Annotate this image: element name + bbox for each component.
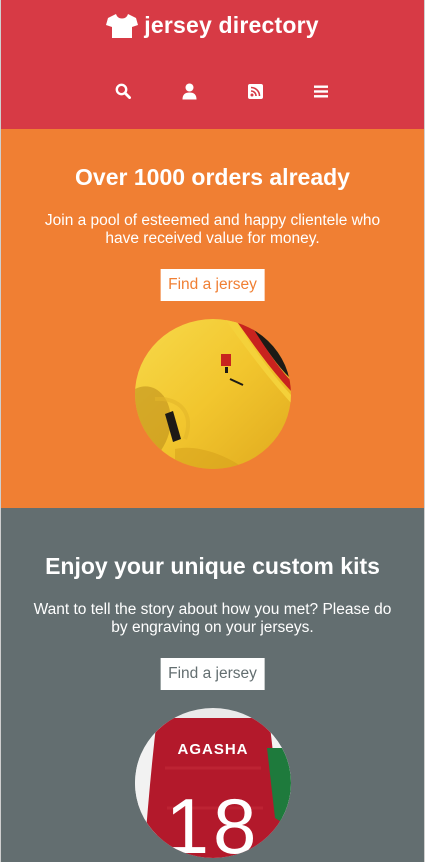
search-icon[interactable] (112, 80, 134, 102)
rss-icon[interactable] (244, 80, 266, 102)
site-header: jersey directory (1, 0, 424, 129)
red-jersey-photo: AGASHA 18 (134, 708, 291, 858)
orders-section: Over 1000 orders already Join a pool of … (1, 129, 424, 508)
page: jersey directory Over 1000 orders alread… (0, 0, 425, 862)
custom-kits-section: Enjoy your unique custom kits Want to te… (1, 508, 424, 862)
brand-logo-link[interactable]: jersey directory (1, 12, 424, 39)
main-nav (1, 80, 424, 102)
section-text: Join a pool of esteemed and happy client… (44, 212, 381, 247)
user-icon[interactable] (178, 80, 200, 102)
menu-icon[interactable] (310, 80, 332, 102)
tshirt-icon (106, 13, 139, 39)
section-title: Enjoy your unique custom kits (45, 553, 380, 579)
jersey-number-text: 18 (165, 782, 260, 858)
section-text: Want to tell the story about how you met… (33, 601, 392, 636)
find-jersey-button[interactable]: Find a jersey (160, 658, 265, 690)
jersey-name-text: AGASHA (177, 741, 248, 758)
brand-name: jersey directory (144, 12, 319, 38)
find-jersey-button[interactable]: Find a jersey (160, 269, 265, 301)
section-title: Over 1000 orders already (75, 164, 350, 190)
yellow-jersey-photo (134, 319, 291, 469)
